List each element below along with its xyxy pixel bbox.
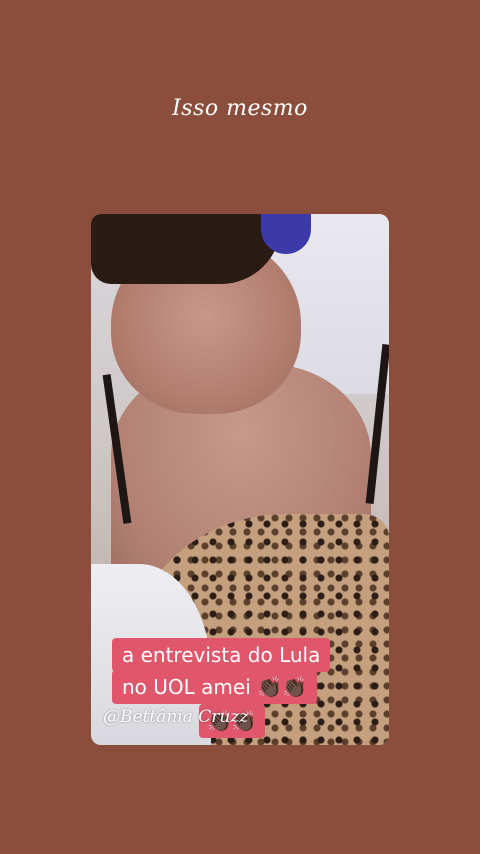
text-sticker-line-2: no UOL amei 👏🏿👏🏿 (112, 670, 317, 704)
user-handle: @Bettânia Cruzz (103, 707, 249, 727)
story-caption: Isso mesmo (172, 96, 308, 121)
text-sticker-line-1: a entrevista do Lula (112, 638, 331, 672)
photo-hair (91, 214, 281, 284)
